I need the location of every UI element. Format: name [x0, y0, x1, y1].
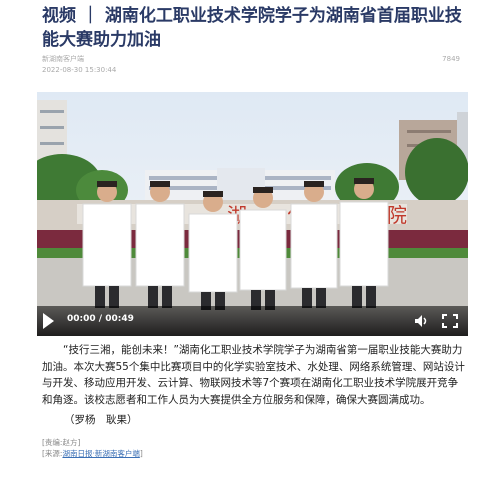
source-text: 新湖南客户端 — [42, 55, 84, 63]
article-info: [责编:赵方] [来源:湖南日报·新湖南客户端] — [42, 437, 143, 459]
article-byline: （罗杨 耿果） — [64, 414, 138, 426]
svg-text:院: 院 — [387, 203, 407, 227]
source-link[interactable]: 湖南日报·新湖南客户端 — [62, 449, 139, 458]
editor-label: [责编:赵方] — [42, 438, 81, 447]
source-line: [来源:湖南日报·新湖南客户端] — [42, 448, 143, 459]
source-end: ] — [139, 449, 143, 458]
play-icon[interactable] — [43, 313, 54, 329]
volume-icon[interactable] — [414, 314, 430, 328]
video-frame: 湖 化 院 — [37, 92, 468, 336]
video-controls: 00:00 / 00:49 — [37, 306, 468, 336]
view-count: 7849 — [442, 55, 460, 63]
source-label: [来源: — [42, 449, 63, 458]
fullscreen-icon[interactable] — [442, 314, 458, 328]
video-time: 00:00 / 00:49 — [67, 314, 134, 324]
video-player[interactable]: 湖 化 院 — [37, 92, 468, 336]
article-body: “技行三湘，能创未来！”湖南化工职业技术学院学子为湖南省第一届职业技能大赛助力加… — [42, 344, 465, 406]
publish-date: 2022-08-30 15:30:44 — [42, 66, 117, 74]
article-title: 视频 ｜ 湖南化工职业技术学院学子为湖南省首届职业技能大赛助力加油 — [42, 6, 462, 50]
article-meta: 新湖南客户端 2022-08-30 15:30:44 7849 — [42, 54, 460, 76]
